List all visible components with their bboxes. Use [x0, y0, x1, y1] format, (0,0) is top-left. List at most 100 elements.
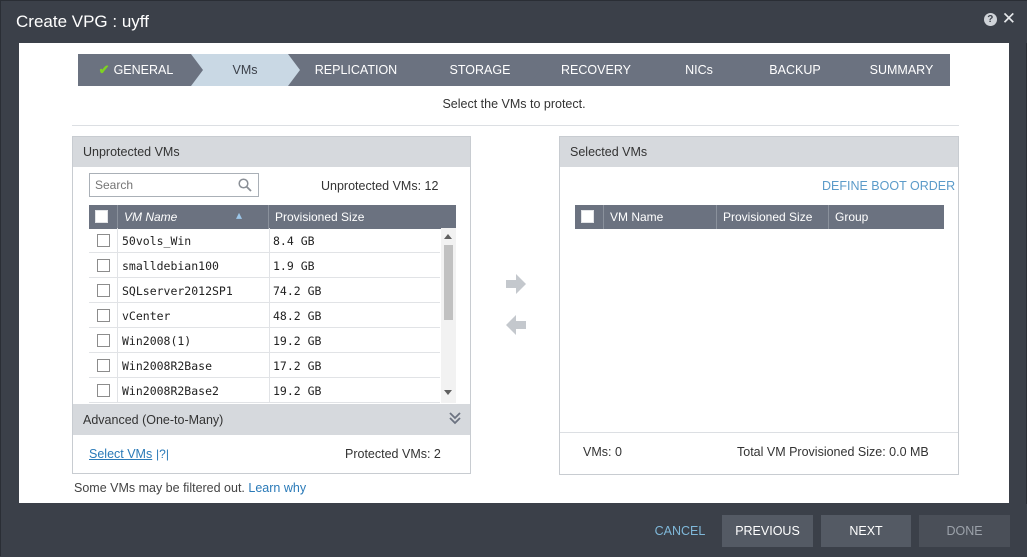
step-label: REPLICATION [314, 63, 398, 77]
select-all-checkbox[interactable] [581, 210, 594, 223]
search-icon[interactable] [238, 178, 252, 192]
vm-name: smalldebian100 [122, 259, 219, 273]
table-row[interactable]: Win2008(1) 19.2 GB [89, 328, 440, 353]
close-icon[interactable]: ✕ [1002, 10, 1016, 27]
divider [72, 125, 959, 126]
column-label: VM Name [124, 210, 178, 224]
help-link[interactable]: |?| [156, 447, 169, 461]
move-left-icon[interactable] [504, 314, 528, 336]
dialog-content: ✔ GENERAL VMs REPLICATION STORAGE RECOVE… [19, 43, 1009, 503]
search-field[interactable] [89, 173, 259, 197]
column-label: Provisioned Size [723, 210, 813, 224]
advanced-section-toggle[interactable]: Advanced (One-to-Many) [73, 404, 470, 435]
step-summary[interactable]: SUMMARY [837, 54, 950, 86]
wizard-steps: ✔ GENERAL VMs REPLICATION STORAGE RECOVE… [78, 54, 950, 86]
vm-name: Win2008R2Base2 [122, 384, 219, 398]
step-label: SUMMARY [869, 63, 934, 77]
advanced-label: Advanced (One-to-Many) [83, 413, 224, 427]
vm-size: 8.4 GB [273, 234, 315, 248]
selected-vms-panel: Selected VMs DEFINE BOOT ORDER VM Name P… [559, 136, 959, 475]
step-label: STORAGE [449, 63, 511, 77]
column-provisioned-size[interactable]: Provisioned Size [269, 205, 456, 229]
vm-name: 50vols_Win [122, 234, 192, 248]
step-label: NICs [685, 63, 713, 77]
panel-header: Unprotected VMs [73, 137, 470, 167]
step-label: GENERAL [113, 63, 174, 77]
row-checkbox[interactable] [97, 309, 110, 322]
vm-size: 48.2 GB [273, 309, 322, 323]
scroll-up-icon[interactable] [444, 234, 452, 239]
vm-size: 1.9 GB [273, 259, 315, 273]
step-vms[interactable]: VMs [191, 54, 303, 86]
vm-size: 74.2 GB [273, 284, 322, 298]
dialog-footer: CANCEL PREVIOUS NEXT DONE [1, 504, 1027, 557]
column-label: VM Name [610, 210, 664, 224]
row-checkbox[interactable] [97, 359, 110, 372]
step-label: VMs [232, 63, 258, 77]
row-checkbox[interactable] [97, 334, 110, 347]
filter-note: Some VMs may be filtered out. Learn why [74, 481, 306, 495]
vm-name: SQLserver2012SP1 [122, 284, 233, 298]
select-all-cell [575, 205, 604, 229]
vm-name: Win2008R2Base [122, 359, 213, 373]
vm-size: 19.2 GB [273, 334, 322, 348]
row-checkbox[interactable] [97, 384, 110, 397]
scroll-down-icon[interactable] [444, 390, 452, 395]
step-label: RECOVERY [561, 63, 631, 77]
learn-why-link[interactable]: Learn why [248, 481, 306, 495]
column-provisioned-size[interactable]: Provisioned Size [717, 205, 829, 229]
protected-count: Protected VMs: 2 [345, 447, 441, 461]
move-right-icon[interactable] [504, 273, 528, 295]
cancel-button[interactable]: CANCEL [649, 515, 711, 547]
column-group[interactable]: Group [829, 205, 944, 229]
table-row[interactable]: SQLserver2012SP1 74.2 GB [89, 278, 440, 303]
column-label: Group [835, 210, 869, 224]
step-recovery[interactable]: RECOVERY [528, 54, 660, 86]
double-chevron-down-icon[interactable] [448, 410, 462, 426]
vm-list: 50vols_Win 8.4 GB smalldebian100 1.9 GB … [89, 228, 456, 403]
done-button[interactable]: DONE [919, 515, 1010, 547]
total-provisioned-size: Total VM Provisioned Size: 0.0 MB [737, 445, 929, 459]
previous-button[interactable]: PREVIOUS [722, 515, 813, 547]
next-button[interactable]: NEXT [821, 515, 911, 547]
table-row[interactable]: vCenter 48.2 GB [89, 303, 440, 328]
column-label: Provisioned Size [275, 210, 365, 224]
create-vpg-dialog: Create VPG : uyff ? ✕ ✔ GENERAL VMs REPL… [0, 0, 1027, 557]
step-replication[interactable]: REPLICATION [288, 54, 428, 86]
divider [560, 432, 958, 433]
check-icon: ✔ [98, 62, 110, 77]
select-all-cell [89, 205, 118, 229]
step-storage[interactable]: STORAGE [413, 54, 543, 86]
grid-header: VM Name Provisioned Size Group [575, 205, 944, 229]
column-vm-name[interactable]: VM Name ▴ [118, 205, 269, 229]
unprotected-vms-panel: Unprotected VMs Unprotected VMs: 12 VM N… [72, 136, 471, 474]
define-boot-order-link[interactable]: DEFINE BOOT ORDER [822, 179, 955, 193]
step-nics[interactable]: NICs [645, 54, 749, 86]
table-row[interactable]: smalldebian100 1.9 GB [89, 253, 440, 278]
column-vm-name[interactable]: VM Name [604, 205, 717, 229]
table-row[interactable]: Win2008R2Base2 19.2 GB [89, 378, 440, 403]
table-row[interactable]: Win2008R2Base 17.2 GB [89, 353, 440, 378]
dialog-title: Create VPG : uyff [16, 12, 149, 31]
vertical-scrollbar[interactable] [441, 228, 456, 403]
panel-header: Selected VMs [560, 137, 958, 167]
vm-size: 17.2 GB [273, 359, 322, 373]
grid-header: VM Name ▴ Provisioned Size [89, 205, 456, 229]
vm-name: Win2008(1) [122, 334, 192, 348]
title-bar: Create VPG : uyff ? ✕ [1, 1, 1027, 43]
select-all-checkbox[interactable] [95, 210, 108, 223]
table-row[interactable]: 50vols_Win 8.4 GB [89, 228, 440, 253]
selected-vms-count: VMs: 0 [583, 445, 622, 459]
help-icon[interactable]: ? [983, 12, 997, 26]
row-checkbox[interactable] [97, 234, 110, 247]
search-input[interactable] [90, 174, 230, 196]
unprotected-count: Unprotected VMs: 12 [321, 179, 439, 193]
page-subtitle: Select the VMs to protect. [442, 97, 586, 111]
row-checkbox[interactable] [97, 259, 110, 272]
row-checkbox[interactable] [97, 284, 110, 297]
select-vms-link[interactable]: Select VMs [89, 447, 152, 461]
step-general[interactable]: ✔ GENERAL [78, 54, 206, 86]
step-backup[interactable]: BACKUP [734, 54, 852, 86]
sort-asc-icon: ▴ [236, 208, 243, 222]
scroll-thumb[interactable] [444, 245, 453, 320]
